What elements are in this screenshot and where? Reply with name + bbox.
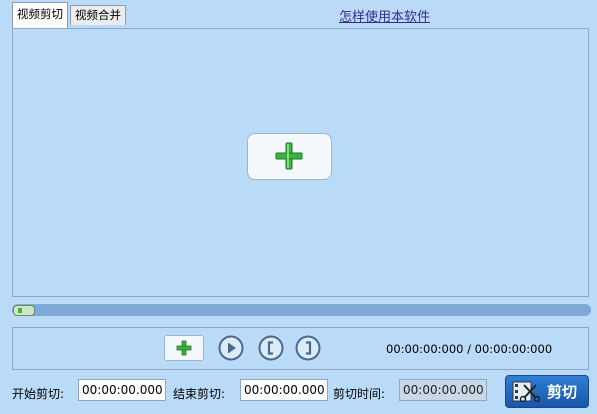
tab-bar: 视频剪切 视频合并 [12,2,162,28]
add-file-button[interactable] [164,335,204,361]
mark-out-button[interactable] [295,335,321,361]
cut-button-label: 剪切 [547,383,578,401]
timeline-slider[interactable] [12,304,591,316]
video-preview-area [12,28,589,297]
film-scissors-icon [512,381,540,402]
time-readout: 00:00:00:000 / 00:00:00:000 [386,342,553,356]
start-cut-input[interactable] [78,379,166,401]
help-link[interactable]: 怎样使用本软件 [339,6,430,25]
end-cut-label: 结束剪切: [173,387,226,401]
cut-duration-field [399,379,487,401]
tab-video-merge[interactable]: 视频合并 [70,5,126,25]
mark-in-button[interactable] [258,335,284,361]
slider-thumb[interactable] [13,305,35,316]
start-cut-label: 开始剪切: [12,387,65,401]
tab-video-cut[interactable]: 视频剪切 [12,2,68,28]
cut-button[interactable]: 剪切 [505,375,589,408]
add-video-button[interactable] [247,133,332,180]
play-icon[interactable] [218,335,244,361]
player-controls: 00:00:00:000 / 00:00:00:000 [12,327,589,370]
plus-icon [176,340,192,356]
cut-duration-label: 剪切时间: [333,387,386,401]
plus-icon [275,142,303,170]
end-cut-input[interactable] [240,379,328,401]
